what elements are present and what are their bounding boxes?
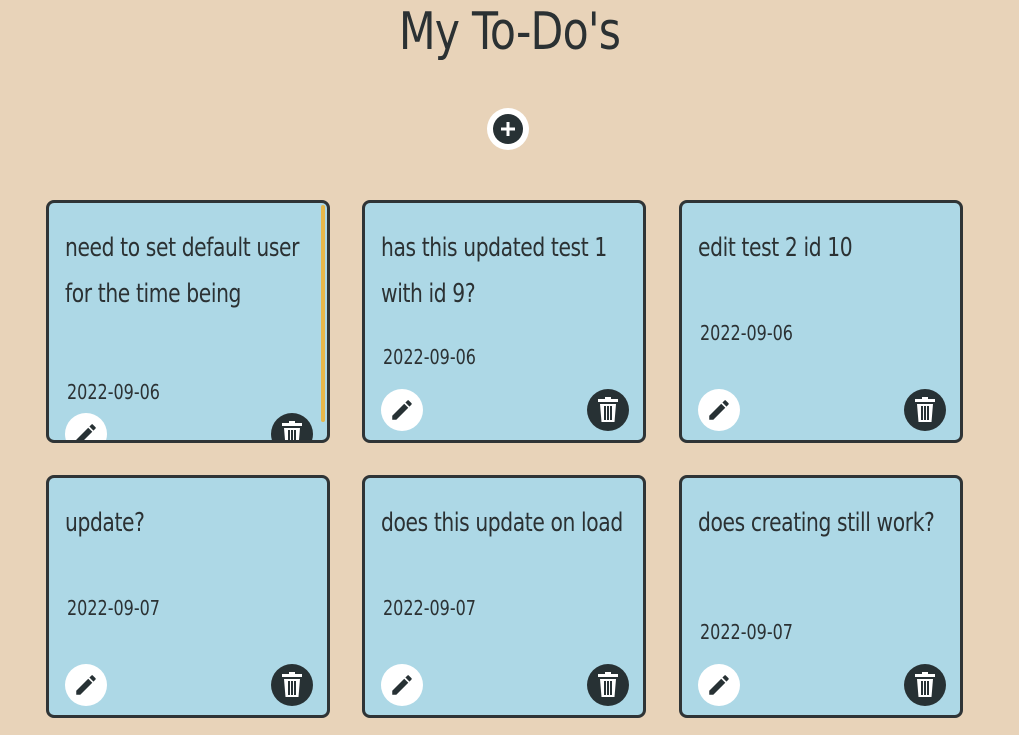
pencil-icon [709, 400, 729, 420]
trash-icon [598, 397, 618, 422]
page-title: My To-Do's [398, 2, 621, 62]
edit-button[interactable] [381, 664, 423, 706]
todo-card: need to set default user for the time be… [46, 200, 330, 443]
pencil-icon [709, 675, 729, 695]
trash-icon [915, 397, 935, 422]
todo-text: has this updated test 1 with id 9? [381, 233, 607, 309]
todo-date: 2022-09-06 [700, 321, 793, 345]
pencil-icon [392, 675, 412, 695]
todo-text: does creating still work? [698, 508, 935, 538]
todo-card: edit test 2 id 10 2022-09-06 [679, 200, 963, 443]
trash-icon [282, 672, 302, 697]
pencil-icon [76, 424, 96, 440]
edit-button[interactable] [65, 664, 107, 706]
trash-icon [598, 672, 618, 697]
todo-date: 2022-09-07 [67, 596, 160, 620]
delete-button[interactable] [271, 413, 313, 440]
todo-card: update? 2022-09-07 [46, 475, 330, 718]
delete-button[interactable] [587, 664, 629, 706]
edit-button[interactable] [698, 389, 740, 431]
delete-button[interactable] [904, 664, 946, 706]
trash-icon [915, 672, 935, 697]
todo-date: 2022-09-07 [383, 596, 476, 620]
todo-date: 2022-09-06 [383, 345, 476, 369]
todo-card: does this update on load 2022-09-07 [362, 475, 646, 718]
delete-button[interactable] [904, 389, 946, 431]
edit-button[interactable] [381, 389, 423, 431]
todo-text: update? [65, 508, 145, 538]
edit-button[interactable] [698, 664, 740, 706]
trash-icon [282, 421, 302, 440]
delete-button[interactable] [271, 664, 313, 706]
card-scrollbar[interactable] [321, 205, 325, 422]
todo-date: 2022-09-06 [67, 380, 160, 404]
todo-text: need to set default user for the time be… [65, 233, 300, 309]
todo-text: does this update on load [381, 508, 623, 538]
todo-date: 2022-09-07 [700, 620, 793, 644]
add-todo-button[interactable] [487, 108, 529, 150]
todo-card-scroll-area[interactable]: need to set default user for the time be… [49, 203, 327, 440]
edit-button[interactable] [65, 413, 107, 440]
delete-button[interactable] [587, 389, 629, 431]
todo-text: edit test 2 id 10 [698, 233, 853, 263]
pencil-icon [76, 675, 96, 695]
plus-icon [493, 114, 523, 144]
pencil-icon [392, 400, 412, 420]
todo-card: has this updated test 1 with id 9? 2022-… [362, 200, 646, 443]
todo-card: does creating still work? 2022-09-07 [679, 475, 963, 718]
